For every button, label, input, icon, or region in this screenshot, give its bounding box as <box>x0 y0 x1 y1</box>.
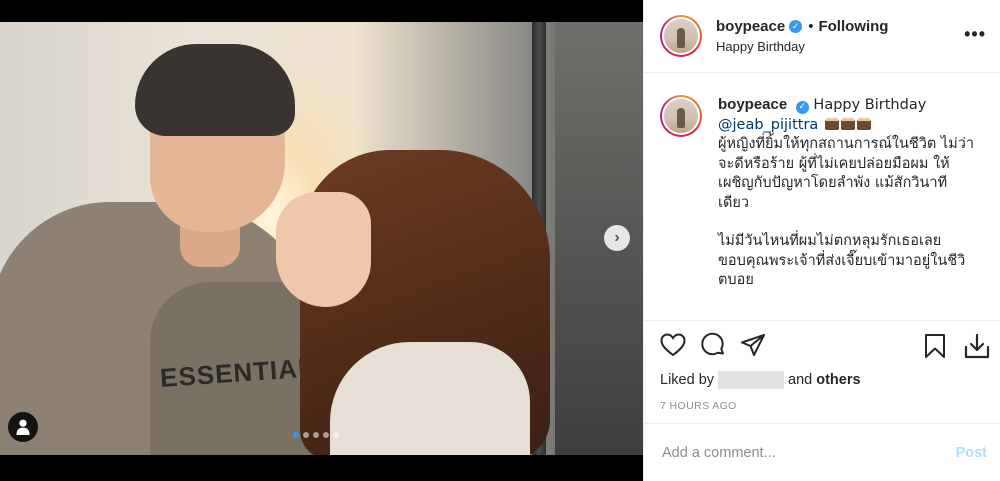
carousel-dot <box>303 432 309 438</box>
following-button[interactable]: Following <box>818 18 888 35</box>
caption-username[interactable]: boypeace <box>718 96 787 113</box>
comment-form: Post <box>644 423 1000 481</box>
liked-by-user-redacted[interactable] <box>718 371 785 389</box>
likes-summary: Liked by and others <box>660 371 861 389</box>
heart-icon[interactable] <box>660 333 686 357</box>
header-username[interactable]: boypeace <box>716 18 785 35</box>
caption: boypeace ✓ Happy Birthday @jeab_pijittra… <box>644 73 1000 321</box>
action-bar <box>644 321 1000 369</box>
mention-link[interactable]: @jeab_pijittra <box>718 117 818 133</box>
caption-paragraph: ผู้หญิงที่ยิ้มให้ทุกสถานการณ์ในชีวิต ไม่… <box>718 136 975 211</box>
post-location[interactable]: Happy Birthday <box>716 39 888 54</box>
cake-emoji-icon <box>840 117 855 130</box>
verified-badge-icon: ✓ <box>795 101 809 115</box>
carousel-dot <box>293 432 299 438</box>
bookmark-icon[interactable] <box>923 333 947 359</box>
comment-icon[interactable] <box>700 332 726 358</box>
post-photo[interactable]: ESSENTIALS <box>0 22 643 455</box>
carousel-dot <box>333 432 339 438</box>
carousel-dot <box>323 432 329 438</box>
cake-emoji-icon <box>824 117 839 130</box>
download-icon[interactable] <box>963 333 991 359</box>
post-comment-button[interactable]: Post <box>956 445 987 461</box>
post-timestamp[interactable]: 7 HOURS AGO <box>644 400 1000 412</box>
carousel-indicator <box>293 432 339 438</box>
user-tag-icon[interactable] <box>8 412 38 442</box>
post-side-panel: boypeace ✓ • Following Happy Birthday ••… <box>643 0 1000 481</box>
send-icon[interactable] <box>740 333 766 357</box>
post-header: boypeace ✓ • Following Happy Birthday ••… <box>644 0 1000 73</box>
cake-emoji-icon <box>856 117 871 130</box>
photo-woman-face <box>276 192 371 307</box>
avatar[interactable] <box>660 95 702 137</box>
more-options-icon[interactable]: ••• <box>964 24 986 45</box>
caption-paragraph: ไม่มีวันไหนที่ผมไม่ตกหลุมรักเธอเลย ขอบคุ… <box>718 233 966 288</box>
others-link[interactable]: others <box>816 372 860 388</box>
caption-text: Happy Birthday <box>813 97 927 113</box>
comment-input[interactable] <box>662 444 956 461</box>
chevron-right-icon[interactable]: › <box>604 225 630 251</box>
post-media: ESSENTIALS › <box>0 0 643 481</box>
verified-badge-icon: ✓ <box>789 20 803 33</box>
avatar[interactable] <box>660 15 702 57</box>
carousel-dot <box>313 432 319 438</box>
